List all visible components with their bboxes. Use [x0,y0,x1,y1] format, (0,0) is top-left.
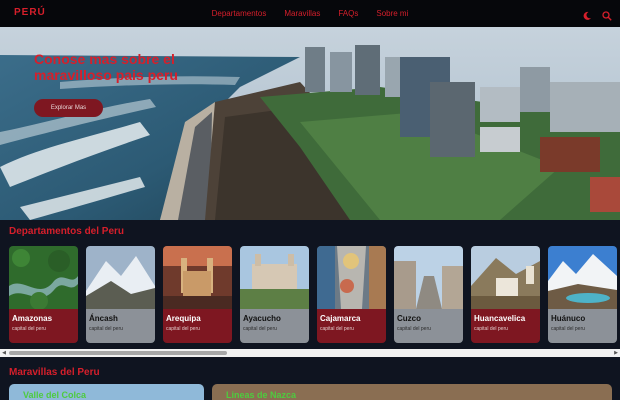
departments-carousel: Amazonas capital del peru Áncash capital… [9,246,620,344]
ancash-image [86,246,155,309]
card-body: Cuzco capital del peru [394,309,463,343]
card-title: Huánuco [551,314,586,323]
card-title: Cuzco [397,314,421,323]
search-icon[interactable] [602,8,612,21]
card-subtitle: capital del peru [397,326,431,332]
wonder-card-nazca[interactable]: Lineas de Nazca [212,384,612,400]
carousel-scrollbar[interactable]: ◀ ▶ [0,349,620,357]
main-nav: Departamentos Maravillas FAQs Sobre mi [0,0,620,27]
cajamarca-image [317,246,386,309]
scroll-left-icon[interactable]: ◀ [1,350,7,356]
scrollbar-thumb[interactable] [9,351,227,355]
hero-title: Conose mas sobre el maravilloso pais per… [34,51,178,83]
top-navbar: PERÚ Departamentos Maravillas FAQs Sobre… [0,0,620,27]
card-subtitle: capital del peru [12,326,46,332]
card-cuzco[interactable]: Cuzco capital del peru [394,246,463,343]
card-body: Áncash capital del peru [86,309,155,343]
card-arequipa[interactable]: Arequipa capital del peru [163,246,232,343]
huancavelica-image [471,246,540,309]
card-subtitle: capital del peru [89,326,123,332]
card-huanuco[interactable]: Huánuco capital del peru [548,246,617,343]
card-body: Ayacucho capital del peru [240,309,309,343]
card-amazonas[interactable]: Amazonas capital del peru [9,246,78,343]
card-title: Ayacucho [243,314,281,323]
cuzco-image [394,246,463,309]
card-subtitle: capital del peru [474,326,508,332]
amazonas-image [9,246,78,309]
wonder-title: Lineas de Nazca [226,390,297,400]
ayacucho-image [240,246,309,309]
nav-icons [582,8,612,21]
scroll-right-icon[interactable]: ▶ [613,350,619,356]
card-ayacucho[interactable]: Ayacucho capital del peru [240,246,309,343]
card-title: Áncash [89,314,118,323]
nav-link-maravillas[interactable]: Maravillas [284,9,320,18]
moon-icon[interactable] [582,8,592,20]
wonder-card-colca[interactable]: Valle del Colca [9,384,204,400]
card-body: Arequipa capital del peru [163,309,232,343]
hero-banner: Conose mas sobre el maravilloso pais per… [0,27,620,220]
card-body: Cajamarca capital del peru [317,309,386,343]
card-body: Huancavelica capital del peru [471,309,540,343]
card-subtitle: capital del peru [243,326,277,332]
card-ancash[interactable]: Áncash capital del peru [86,246,155,343]
card-body: Amazonas capital del peru [9,309,78,343]
card-subtitle: capital del peru [551,326,585,332]
wonder-title: Valle del Colca [23,390,87,400]
card-title: Arequipa [166,314,201,323]
nav-link-departamentos[interactable]: Departamentos [212,9,267,18]
card-body: Huánuco capital del peru [548,309,617,343]
card-subtitle: capital del peru [166,326,200,332]
departments-title: Departamentos del Peru [9,226,125,237]
card-cajamarca[interactable]: Cajamarca capital del peru [317,246,386,343]
card-subtitle: capital del peru [320,326,354,332]
explore-button[interactable]: Explorar Mas [34,99,103,117]
card-title: Huancavelica [474,314,526,323]
huanuco-image [548,246,617,309]
nav-link-faqs[interactable]: FAQs [338,9,358,18]
arequipa-image [163,246,232,309]
card-title: Cajamarca [320,314,361,323]
nav-link-sobre-mi[interactable]: Sobre mi [376,9,408,18]
wonders-title: Maravillas del Peru [9,367,100,378]
card-title: Amazonas [12,314,53,323]
card-huancavelica[interactable]: Huancavelica capital del peru [471,246,540,343]
